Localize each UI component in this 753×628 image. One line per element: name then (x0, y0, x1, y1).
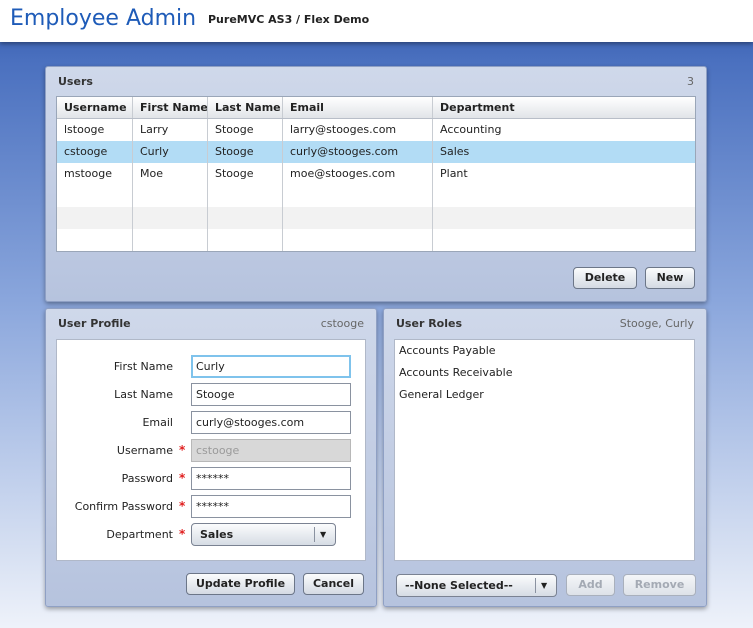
cell-email: moe@stooges.com (283, 163, 433, 185)
password-label: Password (121, 472, 173, 485)
table-row[interactable]: lstooge Larry Stooge larry@stooges.com A… (57, 119, 695, 141)
column-header-first-name[interactable]: First Name (133, 97, 208, 118)
list-item[interactable]: Accounts Receivable (395, 362, 694, 384)
app-title: Employee Admin (10, 6, 197, 31)
cell-username: cstooge (57, 141, 133, 163)
app-header: Employee Admin PureMVC AS3 / Flex Demo (0, 0, 753, 42)
cell-last-name: Stooge (208, 163, 283, 185)
required-asterisk-icon: * (179, 499, 186, 513)
cell-first-name: Larry (133, 119, 208, 141)
user-roles-title: User Roles (396, 317, 462, 330)
table-row[interactable]: mstooge Moe Stooge moe@stooges.com Plant (57, 163, 695, 185)
column-header-email[interactable]: Email (283, 97, 433, 118)
cell-department: Plant (440, 167, 468, 180)
users-grid-header: Username First Name Last Name Email Depa… (57, 97, 695, 119)
email-label: Email (142, 416, 173, 429)
cell-last-name: Stooge (208, 119, 283, 141)
role-select-value: --None Selected-- (405, 579, 513, 592)
cell-first-name: Moe (133, 163, 208, 185)
last-name-label: Last Name (114, 388, 173, 401)
department-select[interactable]: Sales ▼ (191, 523, 336, 546)
user-roles-status: Stooge, Curly (619, 317, 694, 330)
cell-last-name: Stooge (208, 141, 283, 163)
column-header-username[interactable]: Username (57, 97, 133, 118)
add-role-button[interactable]: Add (566, 574, 615, 596)
cell-username: lstooge (57, 119, 133, 141)
user-profile-form: First Name Curly Last Name Stooge Email … (56, 339, 366, 561)
last-name-field[interactable]: Stooge (191, 383, 351, 406)
cancel-button[interactable]: Cancel (303, 573, 364, 595)
empty-row (57, 185, 695, 207)
table-row-selected[interactable]: cstooge Curly Stooge curly@stooges.com S… (57, 141, 695, 163)
new-user-button[interactable]: New (645, 267, 695, 289)
cell-username: mstooge (57, 163, 133, 185)
cell-department: Accounting (440, 123, 502, 136)
empty-row (57, 207, 695, 229)
delete-user-button[interactable]: Delete (573, 267, 637, 289)
user-profile-status: cstooge (320, 317, 364, 330)
chevron-down-icon: ▼ (320, 530, 327, 539)
cell-email: curly@stooges.com (283, 141, 433, 163)
users-panel: Users 3 Username First Name Last Name Em… (45, 66, 707, 302)
user-roles-list[interactable]: Accounts Payable Accounts Receivable Gen… (394, 339, 695, 561)
required-asterisk-icon: * (179, 443, 186, 457)
username-label: Username (116, 444, 173, 457)
confirm-password-label: Confirm Password (74, 500, 173, 513)
cell-first-name: Curly (133, 141, 208, 163)
list-item[interactable]: Accounts Payable (395, 340, 694, 362)
list-item[interactable]: General Ledger (395, 384, 694, 406)
user-roles-panel: User Roles Stooge, Curly Accounts Payabl… (383, 308, 707, 607)
password-field[interactable]: ****** (191, 467, 351, 490)
empty-row (57, 229, 695, 251)
department-select-value: Sales (200, 528, 234, 541)
username-field: cstooge (191, 439, 351, 462)
chevron-down-icon: ▼ (541, 581, 548, 590)
cell-email: larry@stooges.com (283, 119, 433, 141)
app-subtitle: PureMVC AS3 / Flex Demo (208, 13, 370, 26)
required-asterisk-icon: * (179, 527, 186, 541)
required-asterisk-icon: * (179, 471, 186, 485)
confirm-password-field[interactable]: ****** (191, 495, 351, 518)
users-panel-title: Users (58, 75, 93, 88)
email-field[interactable]: curly@stooges.com (191, 411, 351, 434)
update-profile-button[interactable]: Update Profile (186, 573, 295, 595)
user-profile-panel: User Profile cstooge First Name Curly La… (45, 308, 377, 607)
first-name-label: First Name (113, 360, 173, 373)
first-name-field[interactable]: Curly (191, 355, 351, 378)
remove-role-button[interactable]: Remove (623, 574, 696, 596)
column-header-last-name[interactable]: Last Name (208, 97, 283, 118)
users-grid[interactable]: Username First Name Last Name Email Depa… (56, 96, 696, 252)
user-profile-title: User Profile (58, 317, 131, 330)
column-header-department[interactable]: Department (433, 97, 695, 118)
users-count: 3 (687, 75, 694, 88)
role-select[interactable]: --None Selected-- ▼ (396, 574, 557, 597)
cell-department: Sales (440, 145, 470, 158)
department-label: Department (106, 528, 173, 541)
